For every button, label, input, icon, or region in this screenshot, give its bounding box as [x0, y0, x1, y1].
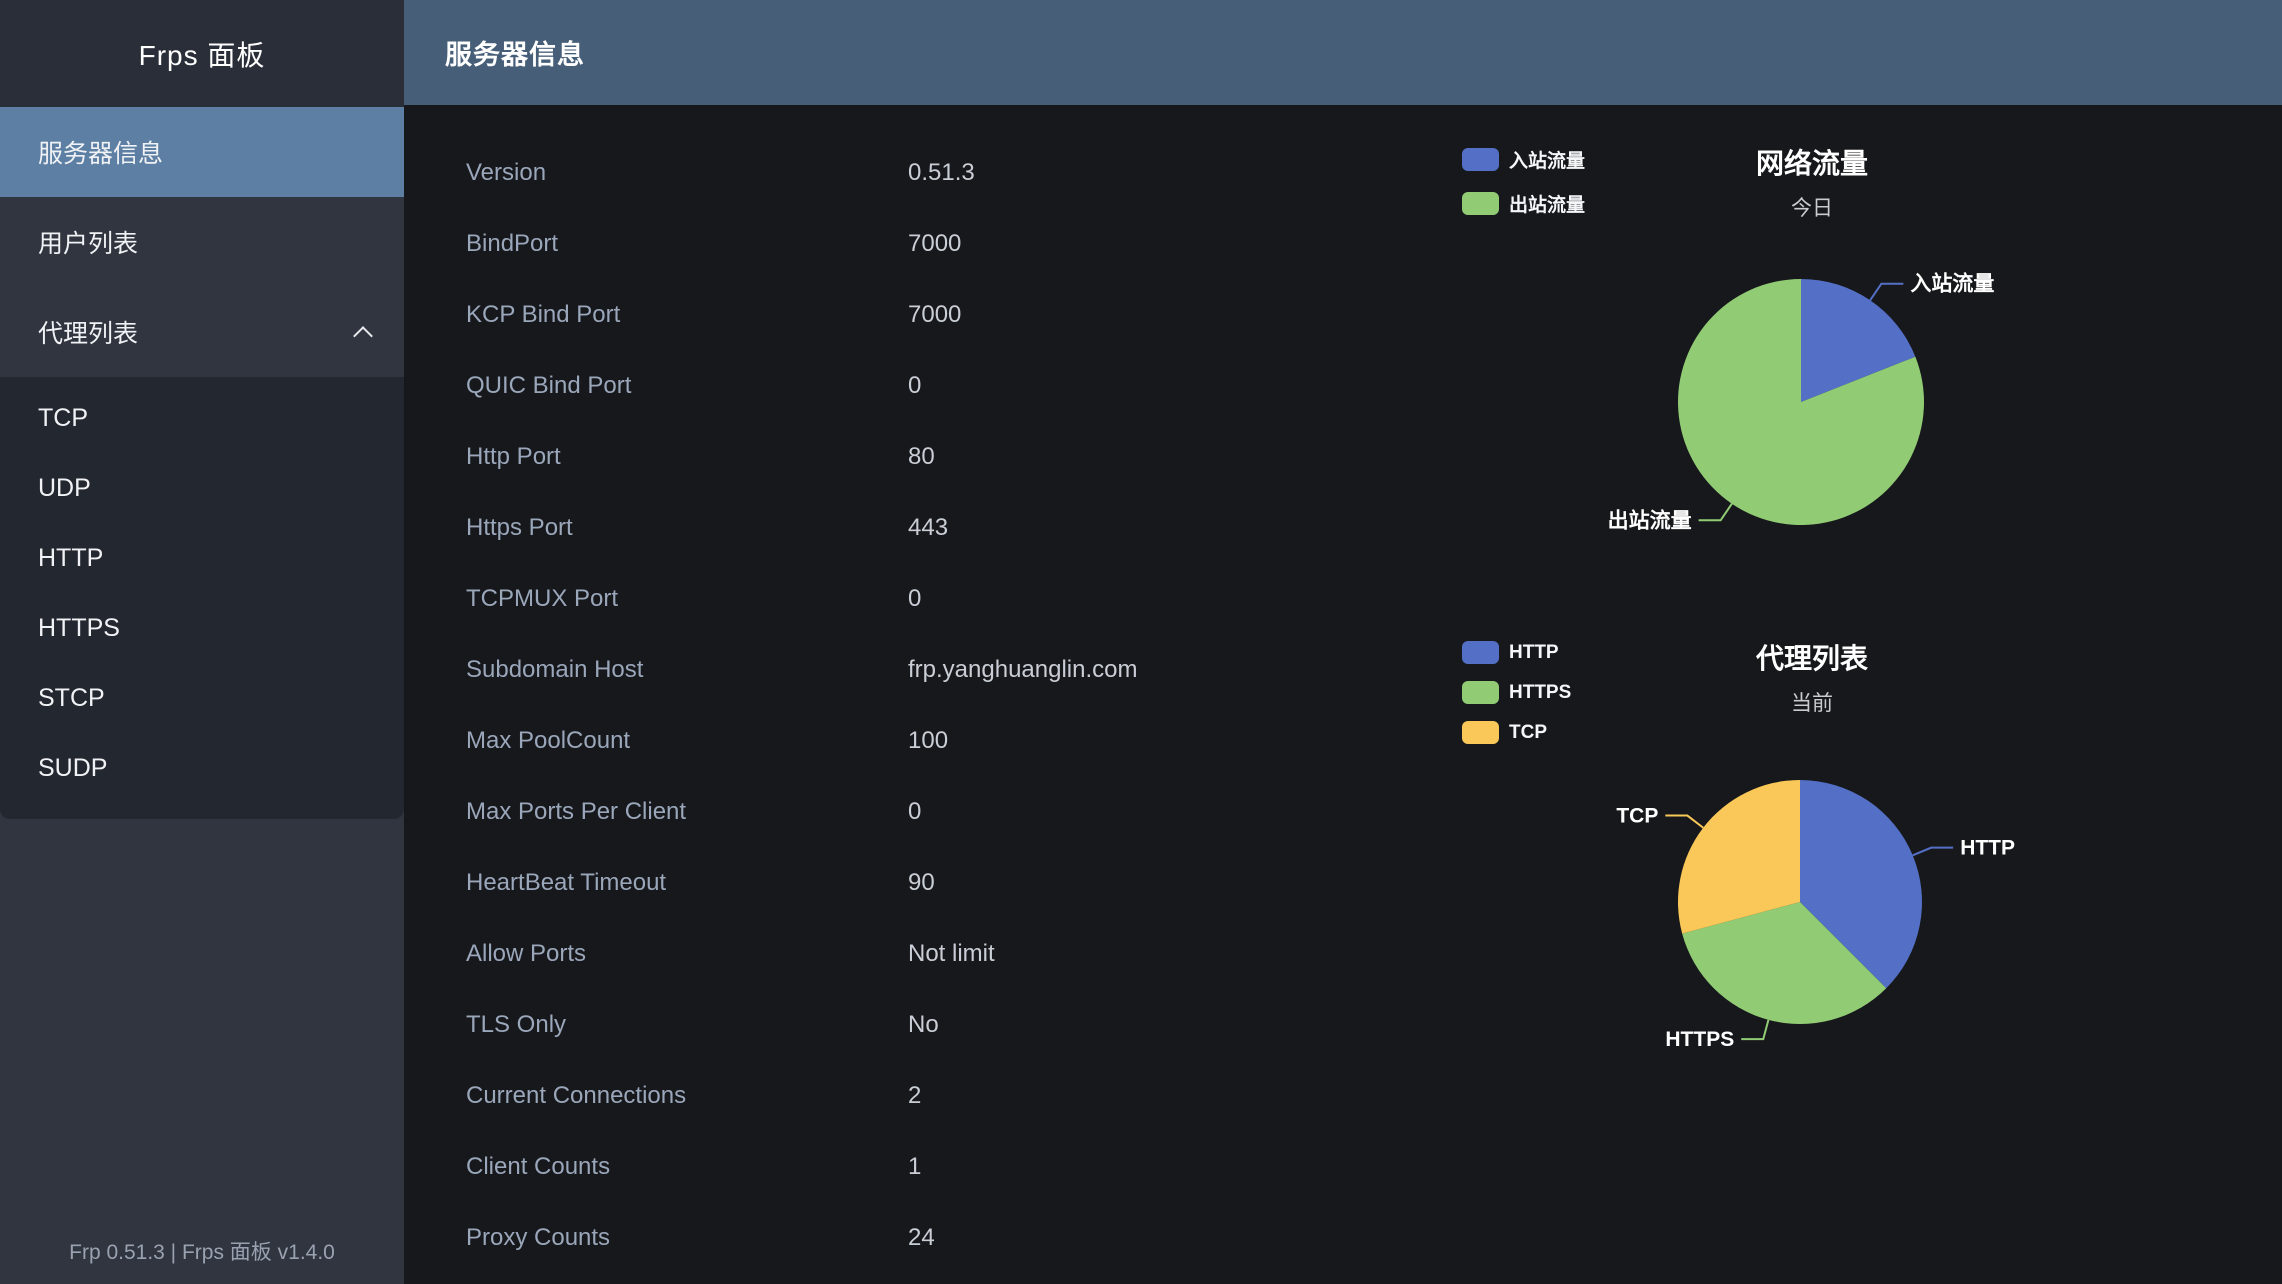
- info-label: QUIC Bind Port: [466, 372, 908, 400]
- sidebar-subitem-sudp[interactable]: SUDP: [0, 733, 404, 803]
- info-label: Version: [466, 159, 908, 187]
- info-value: 0: [908, 798, 921, 826]
- page-header: 服务器信息: [404, 0, 2282, 105]
- info-value: Not limit: [908, 940, 995, 968]
- info-value: 1: [908, 1153, 921, 1181]
- sidebar-subitem-stcp[interactable]: STCP: [0, 663, 404, 733]
- sidebar-subitem-https[interactable]: HTTPS: [0, 593, 404, 663]
- info-row: HeartBeat Timeout90: [404, 847, 1444, 918]
- info-label: Https Port: [466, 514, 908, 542]
- info-label: TCPMUX Port: [466, 585, 908, 613]
- info-value: 0: [908, 372, 921, 400]
- sidebar-subitem-udp[interactable]: UDP: [0, 453, 404, 523]
- server-info-list: Version0.51.3BindPort7000KCP Bind Port70…: [404, 105, 1444, 1273]
- info-label: Allow Ports: [466, 940, 908, 968]
- info-label: HeartBeat Timeout: [466, 869, 908, 897]
- info-value: 0.51.3: [908, 159, 975, 187]
- info-label: BindPort: [466, 230, 908, 258]
- sidebar-item-2[interactable]: 代理列表: [0, 287, 404, 377]
- chevron-up-icon: [353, 326, 373, 346]
- info-value: 100: [908, 727, 948, 755]
- info-value: No: [908, 1011, 939, 1039]
- label-line-入站流量: [1870, 284, 1903, 301]
- sidebar-item-label: 用户列表: [38, 224, 138, 260]
- info-row: KCP Bind Port7000: [404, 279, 1444, 350]
- info-label: Proxy Counts: [466, 1224, 908, 1252]
- sidebar-item-0[interactable]: 服务器信息: [0, 107, 404, 197]
- info-value: 90: [908, 869, 935, 897]
- label-line-HTTPS: [1741, 1020, 1768, 1039]
- sidebar-subitem-label: HTTPS: [38, 614, 120, 643]
- info-label: Max PoolCount: [466, 727, 908, 755]
- sidebar-subitem-label: UDP: [38, 474, 91, 503]
- sidebar-subitem-label: SUDP: [38, 754, 107, 783]
- info-value: frp.yanghuanglin.com: [908, 656, 1137, 684]
- sidebar: Frps 面板 服务器信息用户列表代理列表 TCP UDP HTTP HTTPS STC…: [0, 0, 404, 1284]
- info-row: Allow PortsNot limit: [404, 918, 1444, 989]
- info-value: 0: [908, 585, 921, 613]
- info-row: Max Ports Per Client0: [404, 776, 1444, 847]
- sidebar-subitem-label: STCP: [38, 684, 105, 713]
- info-value: 80: [908, 443, 935, 471]
- info-row: BindPort7000: [404, 208, 1444, 279]
- pie-chart-canvas: HTTP HTTPS TCP: [1450, 615, 2282, 1155]
- label-line-TCP: [1665, 816, 1703, 828]
- label-line-出站流量: [1699, 504, 1732, 521]
- info-value: 24: [908, 1224, 935, 1252]
- info-row: QUIC Bind Port0: [404, 350, 1444, 421]
- pie-chart-canvas: 入站流量出站流量: [1450, 120, 2282, 590]
- sidebar-item-label: 代理列表: [38, 314, 138, 350]
- sidebar-subitem-label: TCP: [38, 404, 88, 433]
- info-label: Current Connections: [466, 1082, 908, 1110]
- sidebar-item-label: 服务器信息: [38, 134, 163, 170]
- info-label: Client Counts: [466, 1153, 908, 1181]
- version-footer: Frp 0.51.3 | Frps 面板 v1.4.0: [0, 1236, 404, 1266]
- sidebar-subitem-http[interactable]: HTTP: [0, 523, 404, 593]
- info-value: 443: [908, 514, 948, 542]
- page-title: 服务器信息: [445, 33, 585, 72]
- main-content: Version0.51.3BindPort7000KCP Bind Port70…: [404, 105, 2282, 1284]
- network-traffic-chart: 入站流量出站流量 网络流量 今日 入站流量出站流量: [1450, 120, 2282, 590]
- info-label: KCP Bind Port: [466, 301, 908, 329]
- info-row: Proxy Counts24: [404, 1202, 1444, 1273]
- sidebar-menu: 服务器信息用户列表代理列表: [0, 107, 404, 377]
- info-row: Https Port443: [404, 492, 1444, 563]
- info-row: Subdomain Hostfrp.yanghuanglin.com: [404, 634, 1444, 705]
- info-value: 7000: [908, 230, 961, 258]
- info-label: Subdomain Host: [466, 656, 908, 684]
- info-label: TLS Only: [466, 1011, 908, 1039]
- sidebar-item-1[interactable]: 用户列表: [0, 197, 404, 287]
- info-value: 2: [908, 1082, 921, 1110]
- info-row: Current Connections2: [404, 1060, 1444, 1131]
- info-label: Max Ports Per Client: [466, 798, 908, 826]
- label-line-HTTP: [1913, 848, 1953, 856]
- frps-dashboard: Frps 面板 服务器信息用户列表代理列表 TCP UDP HTTP HTTPS STC…: [0, 0, 2282, 1284]
- sidebar-subitem-label: HTTP: [38, 544, 103, 573]
- proxy-list-chart: HTTPHTTPSTCP 代理列表 当前 HTTPHTTPSTCP: [1450, 615, 2282, 1155]
- pie-label-TCP: TCP: [1616, 805, 1658, 828]
- app-title: Frps 面板: [0, 0, 404, 107]
- info-row: Http Port80: [404, 421, 1444, 492]
- info-row: TCPMUX Port0: [404, 563, 1444, 634]
- pie-label-入站流量: 入站流量: [1910, 272, 1994, 296]
- sidebar-submenu: TCP UDP HTTP HTTPS STCP SUDP: [0, 377, 404, 819]
- pie-label-HTTPS: HTTPS: [1665, 1028, 1734, 1051]
- pie-label-出站流量: 出站流量: [1608, 508, 1692, 532]
- info-row: Version0.51.3: [404, 137, 1444, 208]
- pie-label-HTTP: HTTP: [1960, 837, 2015, 860]
- info-value: 7000: [908, 301, 961, 329]
- info-row: TLS OnlyNo: [404, 989, 1444, 1060]
- info-row: Max PoolCount100: [404, 705, 1444, 776]
- info-row: Client Counts1: [404, 1131, 1444, 1202]
- sidebar-subitem-tcp[interactable]: TCP: [0, 383, 404, 453]
- info-label: Http Port: [466, 443, 908, 471]
